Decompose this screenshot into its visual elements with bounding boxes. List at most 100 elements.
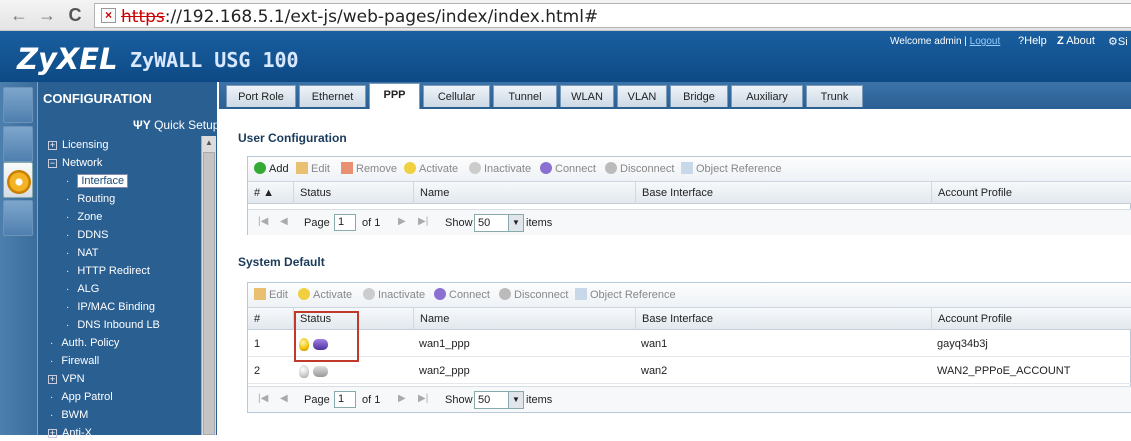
row-base-interface: wan1 — [641, 338, 668, 350]
connect-button[interactable]: Connect — [540, 162, 596, 175]
edit-button[interactable]: Edit — [296, 162, 330, 175]
remove-button[interactable]: Remove — [341, 162, 397, 175]
expand-icon[interactable]: + — [48, 374, 57, 384]
sidebar-item-network[interactable]: − Network — [48, 155, 102, 171]
prev-page-icon[interactable]: ◀ — [280, 216, 288, 227]
object-reference-button[interactable]: Object Reference — [681, 162, 782, 175]
bullet-icon: · — [66, 176, 70, 187]
sidebar-item-bwm[interactable]: · BWM — [50, 407, 88, 423]
sidebar-item-http-redirect[interactable]: · HTTP Redirect — [66, 263, 150, 279]
activate-button[interactable]: Activate — [404, 162, 458, 175]
configuration-gear-icon[interactable] — [3, 162, 33, 198]
sidebar-item-vpn[interactable]: + VPN — [48, 371, 85, 387]
sd-edit-button[interactable]: Edit — [254, 288, 288, 301]
logout-link[interactable]: Logout — [970, 36, 1001, 47]
sidebar-item-licensing[interactable]: + Licensing — [48, 137, 108, 153]
disconnect-button[interactable]: Disconnect — [605, 162, 674, 175]
col-base-interface[interactable]: Base Interface — [635, 182, 931, 204]
inactivate-button[interactable]: Inactivate — [469, 162, 531, 175]
last-page-icon[interactable]: ▶| — [418, 216, 428, 227]
tab-vlan[interactable]: VLAN — [617, 85, 667, 107]
help-link[interactable]: ?Help — [1018, 35, 1047, 47]
sd-col-base-interface[interactable]: Base Interface — [635, 308, 931, 330]
items-label: items — [526, 394, 553, 406]
sidebar-item-anti-x[interactable]: + Anti-X — [48, 425, 92, 441]
bullet-icon: · — [66, 284, 70, 295]
sidebar-item-zone[interactable]: · Zone — [66, 209, 102, 225]
page-number-input[interactable]: 1 — [334, 391, 356, 408]
col-status[interactable]: Status — [293, 182, 413, 204]
last-page-icon[interactable]: ▶| — [418, 393, 428, 404]
table-row[interactable]: 1 wan1_ppp wan1 gayq34b3j — [248, 331, 1131, 357]
tab-ppp[interactable]: PPP — [369, 83, 420, 109]
scroll-up-icon[interactable]: ▲ — [202, 136, 216, 150]
tab-bridge[interactable]: Bridge — [670, 85, 728, 107]
sidebar-item-interface[interactable]: · Interface — [66, 173, 129, 189]
sd-col-num[interactable]: # — [248, 308, 293, 330]
page-size-select[interactable]: 50 ▼ — [474, 391, 524, 409]
next-page-icon[interactable]: ▶ — [398, 216, 406, 227]
expand-icon[interactable]: + — [48, 428, 57, 438]
collapse-icon[interactable]: − — [48, 158, 57, 168]
add-button[interactable]: Add — [254, 162, 289, 175]
sd-col-account-profile[interactable]: Account Profile — [931, 308, 1131, 330]
remove-label: Remove — [356, 163, 397, 175]
sidebar-item-auth-policy[interactable]: · Auth. Policy — [50, 335, 119, 351]
scroll-thumb[interactable] — [203, 152, 215, 435]
page-number-input[interactable]: 1 — [334, 214, 356, 231]
tab-wlan[interactable]: WLAN — [560, 85, 614, 107]
bulb-off-icon — [469, 162, 481, 174]
forward-icon[interactable]: → — [36, 4, 58, 26]
tab-trunk[interactable]: Trunk — [806, 85, 863, 107]
table-row[interactable]: 2 wan2_ppp wan2 WAN2_PPPoE_ACCOUNT — [248, 358, 1131, 384]
sidebar-item-ip-mac-binding[interactable]: · IP/MAC Binding — [66, 299, 155, 315]
prev-page-icon[interactable]: ◀ — [280, 393, 288, 404]
sd-inactivate-button[interactable]: Inactivate — [363, 288, 425, 301]
back-icon[interactable]: ← — [8, 4, 30, 26]
about-label: About — [1066, 35, 1095, 47]
quick-setup-link[interactable]: ΨΥ Quick Setup — [133, 118, 219, 132]
sd-col-name[interactable]: Name — [413, 308, 635, 330]
tab-cellular[interactable]: Cellular — [423, 85, 490, 107]
edit-label: Edit — [311, 163, 330, 175]
bullet-icon: · — [50, 338, 54, 349]
site-map-link[interactable]: ⚙Si — [1108, 35, 1128, 48]
sidebar-item-firewall[interactable]: · Firewall — [50, 353, 99, 369]
sidebar-title: CONFIGURATION — [43, 91, 152, 106]
interface-tabs: Port Role Ethernet PPP Cellular Tunnel WLAN VL… — [219, 82, 1131, 109]
sidebar-scrollbar[interactable]: ▲ — [201, 136, 216, 435]
sidebar-item-app-patrol[interactable]: · App Patrol — [50, 389, 113, 405]
first-page-icon[interactable]: |◀ — [258, 216, 268, 227]
next-page-icon[interactable]: ▶ — [398, 393, 406, 404]
dashboard-icon[interactable] — [3, 87, 33, 123]
maintenance-icon[interactable] — [3, 200, 33, 236]
sidebar-item-label: ALG — [77, 283, 100, 295]
monitor-icon[interactable] — [3, 126, 33, 162]
col-name[interactable]: Name — [413, 182, 635, 204]
page-size-select[interactable]: 50 ▼ — [474, 214, 524, 232]
tab-auxiliary[interactable]: Auxiliary — [731, 85, 803, 107]
col-account-profile[interactable]: Account Profile — [931, 182, 1131, 204]
first-page-icon[interactable]: |◀ — [258, 393, 268, 404]
sidebar-item-alg[interactable]: · ALG — [66, 281, 99, 297]
sidebar-item-routing[interactable]: · Routing — [66, 191, 115, 207]
tab-port-role[interactable]: Port Role — [226, 85, 296, 107]
tab-tunnel[interactable]: Tunnel — [493, 85, 557, 107]
welcome-label: Welcome admin | — [890, 36, 967, 47]
edit-icon — [254, 288, 266, 300]
about-link[interactable]: Z About — [1057, 35, 1095, 47]
sd-connect-button[interactable]: Connect — [434, 288, 490, 301]
certificate-error-icon[interactable]: × — [101, 8, 116, 23]
col-num[interactable]: # ▲ — [248, 182, 293, 204]
sidebar-item-ddns[interactable]: · DDNS — [66, 227, 109, 243]
reload-icon[interactable]: C — [64, 4, 86, 26]
sidebar-item-label: Interface — [77, 174, 129, 188]
sidebar-item-nat[interactable]: · NAT — [66, 245, 99, 261]
sidebar-item-dns-inbound-lb[interactable]: · DNS Inbound LB — [66, 317, 160, 333]
expand-icon[interactable]: + — [48, 140, 57, 150]
address-bar[interactable]: × https://192.168.5.1/ext-js/web-pages/i… — [94, 3, 1131, 28]
sd-object-reference-button[interactable]: Object Reference — [575, 288, 676, 301]
tab-ethernet[interactable]: Ethernet — [299, 85, 366, 107]
sd-disconnect-button[interactable]: Disconnect — [499, 288, 568, 301]
sd-activate-button[interactable]: Activate — [298, 288, 352, 301]
